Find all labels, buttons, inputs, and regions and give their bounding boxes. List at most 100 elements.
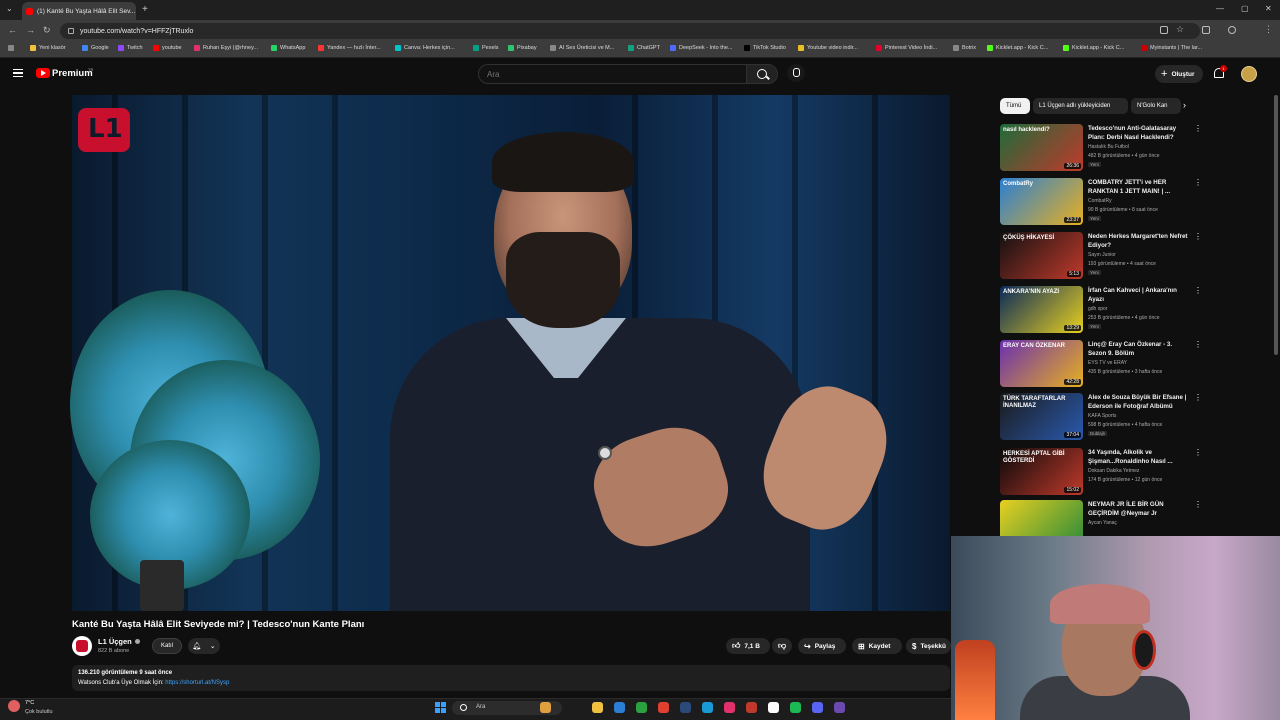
new-tab-button[interactable]: +	[142, 4, 148, 15]
more-options-icon[interactable]: ⋮	[1194, 286, 1202, 295]
bookmark-item[interactable]: Youtube video indir...	[798, 45, 858, 51]
dislike-button[interactable]: 👎︎	[772, 638, 792, 654]
close-window-icon[interactable]: ✕	[1265, 4, 1272, 13]
bookmark-item[interactable]: ChatGPT	[628, 45, 660, 51]
forward-icon[interactable]: →	[26, 25, 35, 35]
menu-icon[interactable]	[13, 69, 23, 77]
obs-icon[interactable]	[834, 702, 845, 713]
scrollbar[interactable]	[1274, 95, 1278, 355]
bookmark-item[interactable]: Kicklet.app - Kick C...	[1063, 45, 1124, 51]
back-icon[interactable]: ←	[8, 25, 17, 35]
bookmark-item[interactable]: WhatsApp	[271, 45, 305, 51]
recommended-video[interactable]: HERKESİ APTAL GİBİ GÖSTERDİ 15:02 34 Yaşın…	[1000, 448, 1202, 500]
bookmark-item[interactable]: TikTok Studio	[744, 45, 786, 51]
tab-close-icon[interactable]: ✕	[135, 7, 136, 15]
maximize-icon[interactable]: ▢	[1241, 4, 1249, 13]
address-bar[interactable]: youtube.com/watch?v=HFFZjTRuxlo	[60, 23, 1200, 39]
more-options-icon[interactable]: ⋮	[1194, 448, 1202, 457]
windows-start-icon[interactable]	[435, 702, 446, 713]
save-button[interactable]: ⊞ Kaydet	[852, 638, 902, 654]
browser-tab-active[interactable]: (1) Kanté Bu Yaşta Hâlâ Elit Sev... ✕	[22, 2, 136, 20]
bookmark-item[interactable]: Ruhan Eşyi (@rhney...	[194, 45, 258, 51]
microphone-icon[interactable]	[787, 64, 805, 82]
video-thumbnail[interactable]: ÇÖKÜŞ HİKAYESİ 5:13	[1000, 232, 1083, 279]
description-box[interactable]	[72, 665, 950, 691]
youtube-logo-icon[interactable]	[36, 68, 50, 78]
youtube-premium-logo[interactable]: Premium	[52, 68, 93, 79]
more-options-icon[interactable]: ⋮	[1194, 393, 1202, 402]
recommended-video[interactable]: ÇÖKÜŞ HİKAYESİ 5:13 Neden Herkes Margaret'…	[1000, 232, 1202, 284]
tab-search-icon[interactable]: ⌄	[6, 4, 13, 13]
bookmark-item[interactable]: Canva: Herkes için...	[395, 45, 455, 51]
file-explorer-icon[interactable]	[592, 702, 603, 713]
like-button[interactable]: 👍︎ 7,1 B	[726, 638, 770, 654]
bookmark-item[interactable]: Pinterest Video İndi...	[876, 45, 937, 51]
join-button[interactable]: Katıl	[152, 638, 182, 654]
more-options-icon[interactable]: ⋮	[1194, 232, 1202, 241]
bookmark-star-icon[interactable]: ☆	[1176, 24, 1184, 35]
weather-icon[interactable]	[8, 700, 20, 712]
site-info-icon[interactable]	[68, 28, 74, 34]
bookmark-item[interactable]: DeepSeek - Into the...	[670, 45, 733, 51]
share-button[interactable]: ↪ Paylaş	[798, 638, 846, 654]
recommended-video[interactable]: TÜRK TARAFTARLAR İNANILMAZ 37:04 Alex de S…	[1000, 393, 1202, 445]
video-thumbnail[interactable]: nasıl hacklendi? 26:36	[1000, 124, 1083, 171]
reload-icon[interactable]: ↻	[43, 25, 51, 36]
recommended-video[interactable]: nasıl hacklendi? 26:36 Tedesco'nun Anti-Ga…	[1000, 124, 1202, 176]
spotify-icon[interactable]	[790, 702, 801, 713]
bookmark-item[interactable]: youtube	[153, 45, 182, 51]
recommended-video[interactable]: CombatRy 23:37 COMBATRY JETT'i ve HER RANK…	[1000, 178, 1202, 230]
apps-icon[interactable]	[8, 45, 17, 51]
channel-avatar[interactable]	[72, 636, 92, 656]
video-thumbnail[interactable]: CombatRy 23:37	[1000, 178, 1083, 225]
bookmark-item[interactable]: Google	[82, 45, 109, 51]
bookmark-item[interactable]: Pexels	[473, 45, 499, 51]
filter-chip[interactable]: Tümü	[1000, 98, 1030, 114]
cast-icon[interactable]	[1160, 26, 1168, 34]
bookmark-item[interactable]: Pixabay	[508, 45, 537, 51]
subscription-bell-button[interactable]: 🔔︎ ⌄	[188, 638, 220, 654]
widgets-icon[interactable]	[540, 702, 551, 713]
bookmark-item[interactable]: Kicklet.app - Kick C...	[987, 45, 1048, 51]
filter-chip[interactable]: L1 Üçgen adlı yükleyiciden	[1033, 98, 1128, 114]
filter-chip[interactable]: N'Golo Kan	[1131, 98, 1181, 114]
video-thumbnail[interactable]: ERAY CAN ÖZKENAR 42:28	[1000, 340, 1083, 387]
chips-next-icon[interactable]: ›	[1183, 100, 1186, 110]
browser-menu-icon[interactable]: ⋮	[1264, 24, 1273, 35]
description-link[interactable]: https://shorturl.at/NSysp	[165, 680, 229, 686]
more-options-icon[interactable]: ⋮	[1194, 124, 1202, 133]
steam-icon[interactable]	[680, 702, 691, 713]
mail-icon[interactable]	[614, 702, 625, 713]
more-options-icon[interactable]: ⋮	[1194, 500, 1202, 509]
extensions-icon[interactable]	[1202, 26, 1210, 34]
profile-icon[interactable]	[1228, 26, 1236, 34]
bookmark-item[interactable]: AI Ses Üreticisi ve M...	[550, 45, 614, 51]
weather-temp[interactable]: 7°C	[25, 700, 34, 706]
account-avatar[interactable]	[1241, 66, 1257, 82]
chrome-icon[interactable]	[658, 702, 669, 713]
instagram-icon[interactable]	[724, 702, 735, 713]
recommended-video[interactable]: ANKARA'NIN AYAZI 13:29 İrfan Can Kahveci |…	[1000, 286, 1202, 338]
xbox-icon[interactable]	[636, 702, 647, 713]
bookmark-item[interactable]: Myinstants | The lar...	[1141, 45, 1202, 51]
more-options-icon[interactable]: ⋮	[1194, 340, 1202, 349]
discord-icon[interactable]	[812, 702, 823, 713]
channel-name[interactable]: L1 Üçgen	[98, 637, 140, 646]
recommended-video[interactable]: ERAY CAN ÖZKENAR 42:28 Linç@ Eray Can Özke…	[1000, 340, 1202, 392]
thanks-button[interactable]: $ Teşekkü	[906, 638, 951, 654]
opera-icon[interactable]	[746, 702, 757, 713]
bookmark-item[interactable]: Yandex — hızlı İnter...	[318, 45, 381, 51]
video-thumbnail[interactable]: HERKESİ APTAL GİBİ GÖSTERDİ 15:02	[1000, 448, 1083, 495]
search-input[interactable]	[478, 64, 746, 84]
bookmark-item[interactable]: Yeni klasör	[30, 45, 66, 51]
video-thumbnail[interactable]: ANKARA'NIN AYAZI 13:29	[1000, 286, 1083, 333]
search-icon[interactable]	[746, 64, 778, 84]
video-thumbnail[interactable]: TÜRK TARAFTARLAR İNANILMAZ 37:04	[1000, 393, 1083, 440]
capcut-icon[interactable]	[768, 702, 779, 713]
minimize-icon[interactable]: —	[1216, 4, 1224, 13]
bookmark-item[interactable]: Botrix	[953, 45, 976, 51]
bookmark-item[interactable]: Twitch	[118, 45, 143, 51]
edge-icon[interactable]	[702, 702, 713, 713]
create-button[interactable]: + Oluştur	[1155, 65, 1203, 83]
more-options-icon[interactable]: ⋮	[1194, 178, 1202, 187]
